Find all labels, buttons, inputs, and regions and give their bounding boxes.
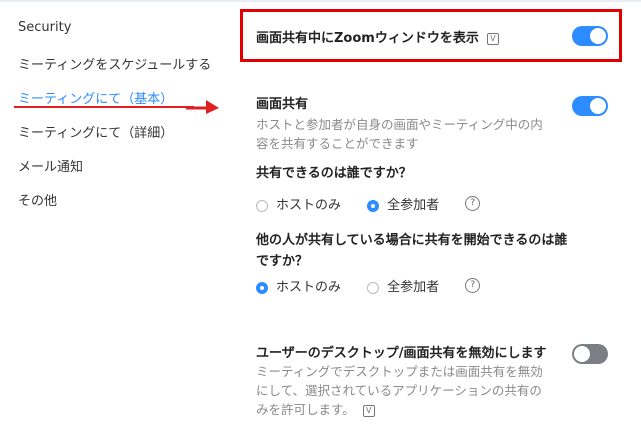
description-line: 容を共有することができます xyxy=(256,136,419,151)
who-can-start-options: ホストのみ 全参加者 ? xyxy=(256,276,481,295)
sidebar-item-other[interactable]: その他 xyxy=(18,190,57,209)
zoom-window-toggle[interactable] xyxy=(572,26,608,46)
screen-share-title: 画面共有 xyxy=(256,97,309,112)
radio-host-only[interactable] xyxy=(256,281,268,294)
who-can-start-question: 他の人が共有している場合に共有を開始できるのは誰 ですか？ xyxy=(256,230,567,272)
question-line: 他の人が共有している場合に共有を開始できるのは誰 xyxy=(256,233,568,248)
who-can-share-options: ホストのみ 全参加者 ? xyxy=(256,194,481,213)
zoom-window-title: 画面共有中にZoomウィンドウを表示 xyxy=(256,31,479,46)
sidebar-item-email-notification[interactable]: メール通知 xyxy=(18,156,83,175)
sidebar-item-in-meeting-basic[interactable]: ミーティングにて（基本） xyxy=(18,88,173,107)
question-line: ですか？ xyxy=(256,254,309,269)
help-icon[interactable]: ? xyxy=(465,278,481,293)
description-line: にして、選択されているアプリケーションの共有の xyxy=(256,383,542,398)
screen-share-description: ホストと参加者が自身の画面やミーティング中の内 容を共有することができます xyxy=(256,115,543,153)
help-icon[interactable]: ? xyxy=(465,196,481,211)
description-line: ホストと参加者が自身の画面やミーティング中の内 xyxy=(256,117,543,132)
toggle-knob xyxy=(590,28,606,44)
verified-icon: V xyxy=(362,404,375,417)
radio-label: ホストのみ xyxy=(276,280,342,295)
sidebar-item-in-meeting-advanced[interactable]: ミーティングにて（詳細） xyxy=(18,122,173,141)
zoom-window-setting-row: 画面共有中にZoomウィンドウを表示 V xyxy=(256,27,499,46)
red-underline-annotation xyxy=(14,106,194,108)
screen-share-toggle[interactable] xyxy=(572,96,608,116)
radio-label: ホストのみ xyxy=(276,198,342,213)
toggle-knob xyxy=(574,346,590,362)
radio-label: 全参加者 xyxy=(387,280,440,295)
radio-host-only[interactable] xyxy=(256,199,268,212)
sidebar-item-schedule-meeting[interactable]: ミーティングをスケジュールする xyxy=(18,54,211,73)
red-arrow-annotation xyxy=(186,100,219,114)
toggle-knob xyxy=(590,98,606,114)
description-line: ミーティングでデスクトップまたは画面共有を無効 xyxy=(256,364,543,379)
radio-label: 全参加者 xyxy=(387,198,440,213)
sidebar-item-security[interactable]: Security xyxy=(18,20,71,35)
radio-all-participants[interactable] xyxy=(367,281,380,294)
who-can-share-question: 共有できるのは誰ですか？ xyxy=(256,166,412,181)
disable-desktop-share-toggle[interactable] xyxy=(572,344,608,364)
radio-all-participants[interactable] xyxy=(367,199,380,212)
description-line: みを許可します。 V xyxy=(256,400,543,419)
disable-desktop-share-title: ユーザーのデスクトップ/画面共有を無効にします xyxy=(256,346,547,361)
description-text: みを許可します。 xyxy=(256,402,355,417)
top-border xyxy=(0,0,641,2)
verified-icon: V xyxy=(486,32,499,45)
disable-desktop-share-description: ミーティングでデスクトップまたは画面共有を無効 にして、選択されているアプリケー… xyxy=(256,362,543,419)
